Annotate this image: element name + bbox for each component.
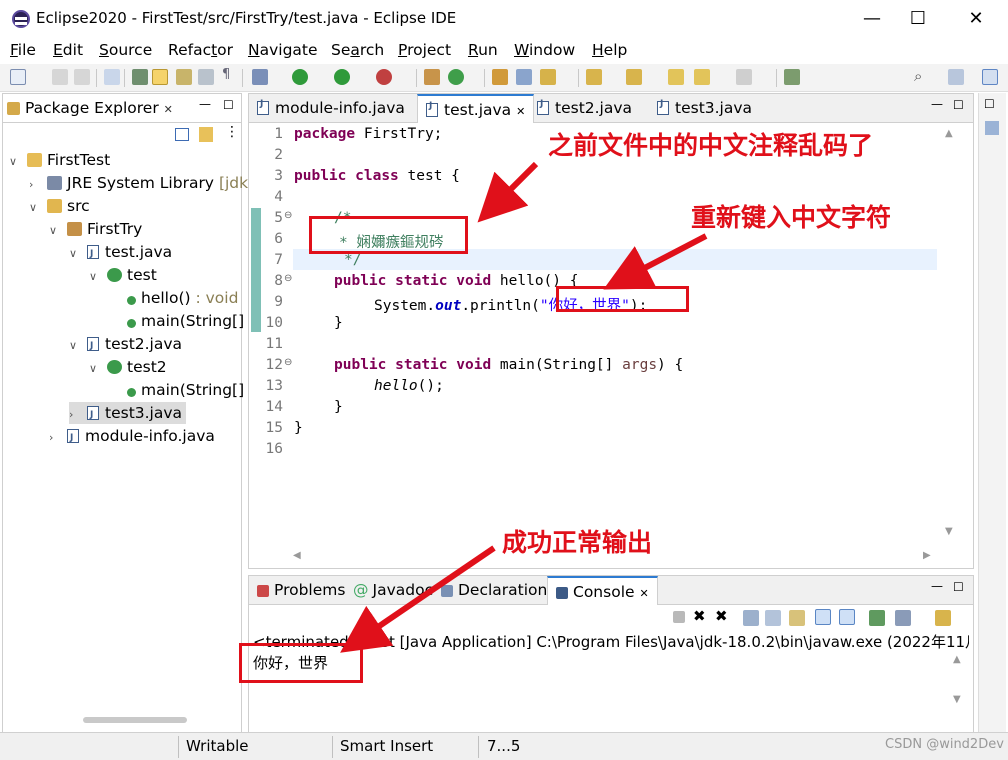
arrow-to-output [340,545,496,653]
arrow-to-comment [477,161,539,223]
annotation-arrows [340,161,708,653]
arrow-to-string [603,233,708,290]
